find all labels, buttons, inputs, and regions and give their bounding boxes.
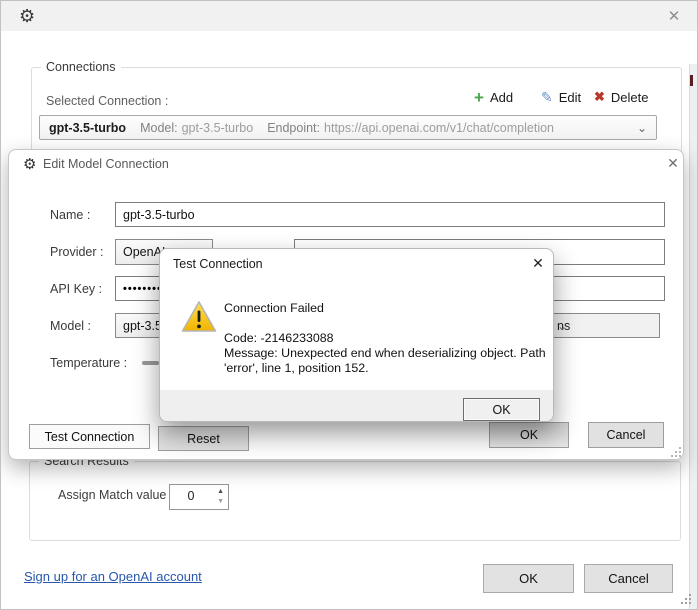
provider-label: Provider :	[50, 245, 104, 259]
stepper-value: 0	[170, 489, 212, 503]
main-ok-button[interactable]: OK	[483, 564, 574, 593]
right-edge-strip	[689, 64, 698, 610]
edit-dialog-ok-button[interactable]: OK	[489, 422, 569, 448]
edit-dialog-title: Edit Model Connection	[43, 157, 169, 171]
model-label: Model :	[50, 319, 91, 333]
delete-button-label: Delete	[611, 90, 649, 105]
assign-match-value-stepper[interactable]: 0 ▲ ▼	[169, 484, 229, 510]
selected-connection-combobox[interactable]: gpt-3.5-turbo Model: gpt-3.5-turbo Endpo…	[39, 115, 657, 140]
endpoint-key-label: Endpoint:	[267, 121, 320, 135]
openai-signup-link[interactable]: Sign up for an OpenAI account	[24, 569, 202, 584]
add-connection-button[interactable]: + Add	[474, 89, 513, 106]
messagebox-code-line: Code: -2146233088	[224, 331, 334, 345]
stepper-arrows[interactable]: ▲ ▼	[217, 487, 224, 507]
add-button-label: Add	[490, 90, 513, 105]
arrow-up-icon[interactable]: ▲	[217, 487, 224, 497]
temperature-label: Temperature :	[50, 356, 127, 370]
settings-gear-icon: ⚙	[19, 6, 35, 27]
edit-button-label: Edit	[559, 90, 581, 105]
assign-match-value-label: Assign Match value :	[58, 488, 173, 502]
model-key-label: Model:	[140, 121, 178, 135]
app-root: ⚙ ✕ Connections Selected Connection : + …	[0, 0, 698, 610]
temperature-slider[interactable]	[142, 361, 159, 365]
delete-cross-icon: ✖	[594, 89, 605, 105]
messagebox-ok-button[interactable]: OK	[463, 398, 540, 421]
delete-connection-button[interactable]: ✖ Delete	[594, 89, 648, 105]
connection-name: gpt-3.5-turbo	[49, 121, 126, 135]
connections-group-title: Connections	[41, 60, 121, 74]
main-window-titlebar	[1, 1, 698, 31]
endpoint-key-value: https://api.openai.com/v1/chat/completio…	[324, 121, 554, 135]
messagebox-message-line: Message: Unexpected end when deserializi…	[224, 346, 554, 376]
plus-icon: +	[474, 89, 484, 106]
messagebox-heading: Connection Failed	[224, 301, 324, 315]
name-field[interactable]: gpt-3.5-turbo	[115, 202, 665, 227]
messagebox-close-icon[interactable]: ✕	[528, 255, 548, 272]
arrow-down-icon[interactable]: ▼	[217, 497, 224, 507]
chevron-down-icon: ⌄	[637, 121, 647, 135]
name-label: Name :	[50, 208, 90, 222]
selected-connection-label: Selected Connection :	[46, 94, 168, 108]
warning-icon	[181, 299, 217, 335]
main-cancel-button[interactable]: Cancel	[584, 564, 673, 593]
api-key-label: API Key :	[50, 282, 102, 296]
edit-connection-button[interactable]: ✎ Edit	[541, 89, 581, 106]
main-window-close-icon[interactable]: ✕	[664, 7, 684, 25]
test-connection-messagebox: Test Connection ✕ Connection Failed Code…	[159, 248, 554, 422]
dialog-resize-grip[interactable]	[667, 445, 683, 459]
resize-grip[interactable]	[677, 592, 693, 606]
model-key-value: gpt-3.5-turbo	[182, 121, 254, 135]
cursor-artifact	[690, 75, 693, 86]
edit-dialog-cancel-button[interactable]: Cancel	[588, 422, 664, 448]
chevron-down-icon: ⌄	[557, 319, 650, 333]
edit-dialog-close-icon[interactable]: ✕	[664, 155, 682, 172]
reset-button[interactable]: Reset	[158, 426, 249, 451]
dialog-gear-icon: ⚙	[23, 155, 36, 173]
test-connection-button[interactable]: Test Connection	[29, 424, 150, 449]
messagebox-title: Test Connection	[173, 257, 263, 271]
pencil-icon: ✎	[541, 89, 553, 106]
